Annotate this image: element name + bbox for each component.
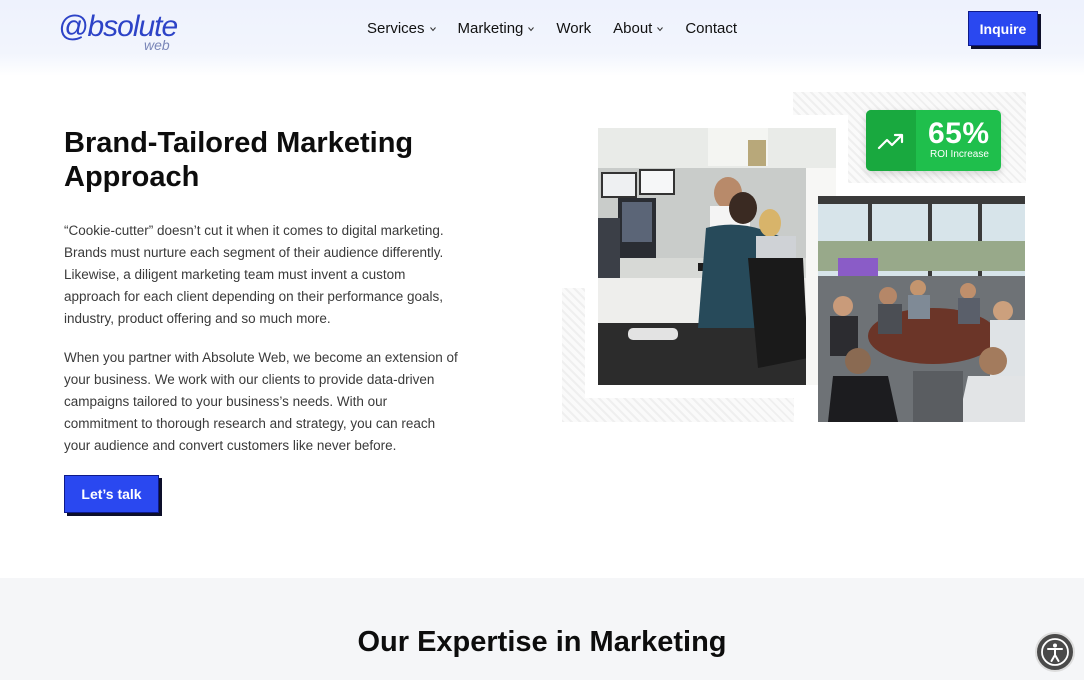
hero-title: Brand-Tailored Marketing Approach	[64, 127, 414, 193]
nav-item-marketing[interactable]: Marketing	[458, 20, 535, 37]
roi-stat-card: 65% ROI Increase	[866, 110, 1001, 171]
nav-label: Work	[556, 20, 592, 37]
hero-paragraph-2: When you partner with Absolute Web, we b…	[64, 350, 458, 453]
nav-item-work[interactable]: Work	[556, 20, 591, 37]
expertise-section: Our Expertise in Marketing	[0, 578, 1084, 680]
nav-item-contact[interactable]: Contact	[685, 20, 737, 37]
trending-up-icon	[866, 110, 916, 171]
inquire-button[interactable]: Inquire	[968, 11, 1038, 46]
expertise-title: Our Expertise in Marketing	[357, 626, 727, 658]
nav-label: Services	[367, 20, 425, 37]
site-header: @bsolute web Services Marketing Work Abo…	[0, 0, 1084, 76]
nav-label: Contact	[685, 20, 738, 37]
nav-item-about[interactable]: About	[613, 20, 664, 37]
roi-label: ROI Increase	[930, 149, 989, 160]
office-photo	[598, 128, 836, 385]
accessibility-icon[interactable]	[1035, 632, 1075, 672]
chevron-down-icon	[528, 26, 535, 32]
lets-talk-button[interactable]: Let’s talk	[64, 475, 159, 513]
nav-label: Marketing	[457, 20, 524, 37]
logo[interactable]: @bsolute web	[58, 10, 188, 54]
nav-item-services[interactable]: Services	[367, 20, 436, 37]
nav-label: About	[613, 20, 653, 37]
chevron-down-icon	[429, 26, 436, 32]
roi-value: 65%	[928, 117, 990, 150]
logo-subtext: web	[144, 37, 170, 53]
chevron-down-icon	[657, 26, 664, 32]
meeting-photo	[818, 196, 1025, 422]
main-nav: Services Marketing Work About Contact	[367, 20, 737, 37]
hero-paragraph-1: “Cookie-cutter” doesn’t cut it when it c…	[64, 223, 444, 326]
